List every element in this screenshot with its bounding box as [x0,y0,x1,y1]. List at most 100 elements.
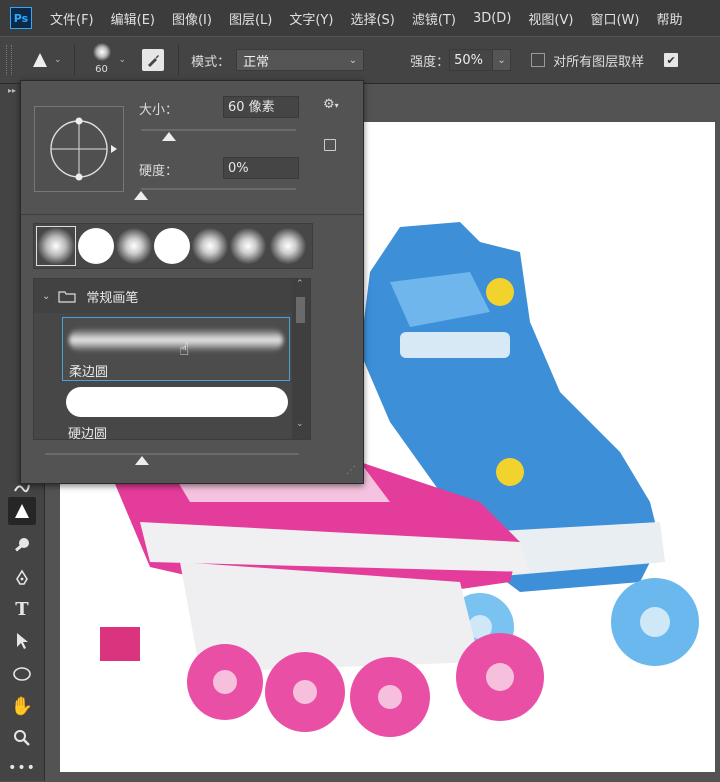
brush-tip-preview[interactable] [34,106,124,192]
pressure-toggle[interactable]: ✔ [664,53,679,67]
dodge-icon [15,538,29,552]
ellipse-tool[interactable] [8,660,36,688]
recent-brush-soft[interactable] [116,228,152,264]
brush-preset-panel: 大小： 60 像素 硬度： 0% ⚙▾ ⌄ 常规画笔 ☝ 柔边圆 硬边圆 ⌃ ⌄… [20,80,364,484]
pointer-hand-icon: ☝ [179,340,190,360]
brush-preset-picker[interactable]: 60 ⌄ [85,40,127,80]
sample-all-checkbox[interactable] [531,53,546,67]
menu-layer[interactable]: 图层(L) [229,9,272,28]
scroll-down-icon: ⌄ [296,419,304,429]
brush-item-label: 硬边圆 [68,427,108,440]
chevron-down-icon: ⌄ [348,54,358,66]
chevron-down-icon: ⌄ [42,290,51,302]
hard-stroke-preview [66,387,288,417]
recent-brush-soft[interactable] [36,226,76,266]
hardness-slider-track[interactable] [141,188,296,190]
recent-brush-hard[interactable] [154,228,190,264]
brush-list-scrollbar[interactable]: ⌃ ⌄ [292,279,310,439]
brush-item-label: 柔边圆 [69,365,109,380]
more-tools[interactable]: ••• [8,754,36,782]
menu-edit[interactable]: 编辑(E) [111,9,155,28]
brush-angle-icon [50,117,117,181]
strength-input[interactable]: 50% [449,49,494,71]
folder-icon [58,291,76,303]
pen-tool[interactable] [8,564,36,592]
brush-list: ⌄ 常规画笔 ☝ 柔边圆 硬边圆 ⌃ ⌄ [33,278,311,440]
panel-settings-button[interactable]: ⚙▾ [323,97,339,112]
brush-settings-icon [148,55,160,67]
hardness-slider-thumb[interactable] [134,191,148,200]
zoom-tool[interactable] [8,724,36,752]
zoom-icon [14,730,30,746]
chevron-down-icon: ⌄ [118,55,127,65]
menu-file[interactable]: 文件(F) [50,9,94,28]
recent-brush-hard[interactable] [78,228,114,264]
dodge-tool[interactable] [8,531,36,559]
options-grip [6,45,12,75]
menu-filter[interactable]: 滤镜(T) [412,9,456,28]
more-icon: ••• [8,760,36,776]
strength-dropdown-button[interactable]: ⌄ [493,49,512,71]
brush-group-name: 常规画笔 [86,290,139,306]
size-input[interactable]: 60 像素 [223,96,299,118]
options-divider [73,45,75,75]
check-icon: ✔ [666,53,676,67]
preview-size-slider-thumb[interactable] [135,456,149,465]
mode-select[interactable]: 正常 ⌄ [236,49,365,71]
mode-label: 模式： [191,54,231,70]
options-divider [178,45,180,75]
resize-grip-icon[interactable]: ⋰ [346,465,356,476]
size-slider-thumb[interactable] [161,132,176,141]
scroll-up-icon: ⌃ [296,279,304,289]
strength-label: 强度： [410,54,450,70]
recent-brush-soft[interactable] [270,228,306,264]
hand-icon: ✋ [10,695,34,717]
strength-value: 50% [454,52,484,68]
chevron-down-icon: ⌄ [497,54,506,66]
pen-icon [16,569,28,585]
recent-brushes [33,223,313,269]
chevron-down-icon: ⌄ [54,55,62,65]
type-icon: T [15,598,29,620]
scroll-thumb[interactable] [296,297,305,323]
menu-bar: Ps 文件(F) 编辑(E) 图像(I) 图层(L) 文字(Y) 选择(S) 滤… [0,0,720,36]
chevron-down-icon: ▾ [334,101,339,110]
soft-stroke-preview [69,328,283,352]
blur-tool-icon [33,53,47,67]
brush-item-soft-round[interactable]: ☝ 柔边圆 [62,317,290,381]
tool-preset-picker[interactable]: ⌄ [32,52,62,68]
brush-tip-icon [92,43,111,61]
brush-size-readout: 60 [95,64,108,75]
menu-view[interactable]: 视图(V) [528,9,573,28]
menu-type[interactable]: 文字(Y) [289,9,333,28]
menu-help[interactable]: 帮助 [656,9,682,28]
menu-select[interactable]: 选择(S) [350,9,394,28]
ps-logo: Ps [10,7,32,29]
ellipse-icon [13,667,31,681]
hand-tool[interactable]: ✋ [8,692,36,720]
preview-size-slider-track[interactable] [45,453,299,455]
size-label: 大小： [139,103,179,118]
sample-all-label: 对所有图层取样 [553,54,645,70]
size-slider-track[interactable] [141,129,296,131]
type-tool[interactable]: T [8,595,36,623]
blur-tool-icon [15,504,29,518]
hardness-input[interactable]: 0% [223,157,299,179]
new-preset-button[interactable] [324,139,336,151]
collapse-toolbar-icon[interactable]: ▸▸ [8,86,16,95]
menu-window[interactable]: 窗口(W) [590,9,639,28]
brush-settings-button[interactable] [142,49,165,71]
brush-group-header[interactable]: ⌄ 常规画笔 [34,279,292,313]
panel-divider [21,214,363,215]
arrow-cursor-icon [17,633,28,649]
blur-tool[interactable] [8,497,36,525]
menu-3d[interactable]: 3D(D) [473,11,511,26]
brush-item-hard-round[interactable]: 硬边圆 [62,383,290,440]
recent-brush-soft[interactable] [230,228,266,264]
mode-value: 正常 [243,54,270,70]
hardness-label: 硬度： [139,164,179,179]
recent-brush-soft[interactable] [192,228,228,264]
path-selection-tool[interactable] [8,627,36,655]
menu-image[interactable]: 图像(I) [172,9,212,28]
options-bar: ⌄ 60 ⌄ 模式： 正常 ⌄ 强度： 50% ⌄ 对所有图层取样 ✔ [0,37,720,84]
